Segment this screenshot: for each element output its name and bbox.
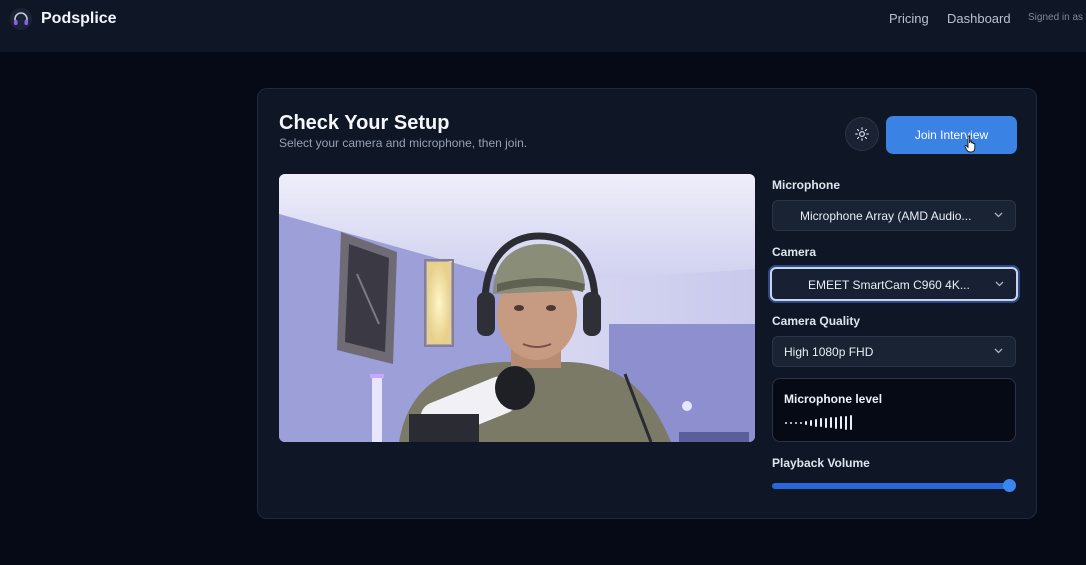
camera-select[interactable]: EMEET SmartCam C960 4K...	[770, 267, 1018, 301]
mic-level-bar	[815, 418, 817, 427]
camera-quality-select[interactable]: High 1080p FHD	[772, 336, 1016, 367]
sun-icon	[855, 127, 869, 141]
camera-quality-select-value: High 1080p FHD	[784, 345, 874, 359]
microphone-select[interactable]: Microphone Array (AMD Audio...	[772, 200, 1016, 231]
microphone-level-panel: Microphone level	[772, 378, 1016, 442]
camera-quality-label: Camera Quality	[772, 314, 861, 328]
mic-level-bar	[800, 422, 802, 424]
mic-level-bar	[795, 422, 797, 424]
microphone-select-value: Microphone Array (AMD Audio...	[800, 209, 972, 223]
top-navbar: Podsplice Pricing Dashboard Signed in as	[0, 0, 1086, 52]
camera-label: Camera	[772, 245, 817, 259]
mic-level-bar	[790, 422, 792, 424]
camera-preview	[279, 174, 755, 442]
mic-level-bar	[785, 422, 787, 424]
hand-pointer-icon	[964, 135, 976, 153]
chevron-down-icon	[994, 212, 1003, 218]
mic-level-bar	[820, 418, 822, 427]
headphones-icon	[10, 8, 32, 30]
page-subtitle: Select your camera and microphone, then …	[279, 136, 528, 150]
microphone-level-meter	[785, 414, 865, 430]
mic-level-bar	[830, 417, 832, 428]
mic-level-bar	[850, 415, 852, 430]
page-title: Check Your Setup	[279, 112, 450, 134]
join-interview-button[interactable]: Join Interview	[886, 116, 1017, 154]
setup-card: Check Your Setup Select your camera and …	[257, 88, 1037, 519]
mic-level-bar	[845, 415, 847, 430]
theme-toggle-button[interactable]	[845, 117, 879, 151]
nav-link-dashboard[interactable]: Dashboard	[947, 11, 1011, 26]
brand[interactable]: Podsplice	[10, 8, 117, 30]
brand-name: Podsplice	[41, 10, 117, 27]
mic-level-bar	[810, 419, 812, 426]
mic-level-bar	[805, 420, 807, 425]
playback-volume-slider[interactable]	[772, 479, 1016, 493]
microphone-label: Microphone	[772, 178, 840, 192]
signed-in-text: Signed in as	[1028, 12, 1084, 23]
mic-level-bar	[840, 416, 842, 429]
mic-level-bar	[835, 416, 837, 429]
playback-volume-label: Playback Volume	[772, 456, 870, 470]
playback-volume-track	[772, 483, 1009, 489]
microphone-level-title: Microphone level	[784, 392, 883, 406]
mic-level-bar	[825, 417, 827, 428]
chevron-down-icon	[994, 348, 1003, 354]
playback-volume-thumb[interactable]	[1003, 479, 1016, 492]
chevron-down-icon	[995, 281, 1004, 287]
camera-select-value: EMEET SmartCam C960 4K...	[808, 278, 970, 292]
nav-link-pricing[interactable]: Pricing	[889, 11, 929, 26]
